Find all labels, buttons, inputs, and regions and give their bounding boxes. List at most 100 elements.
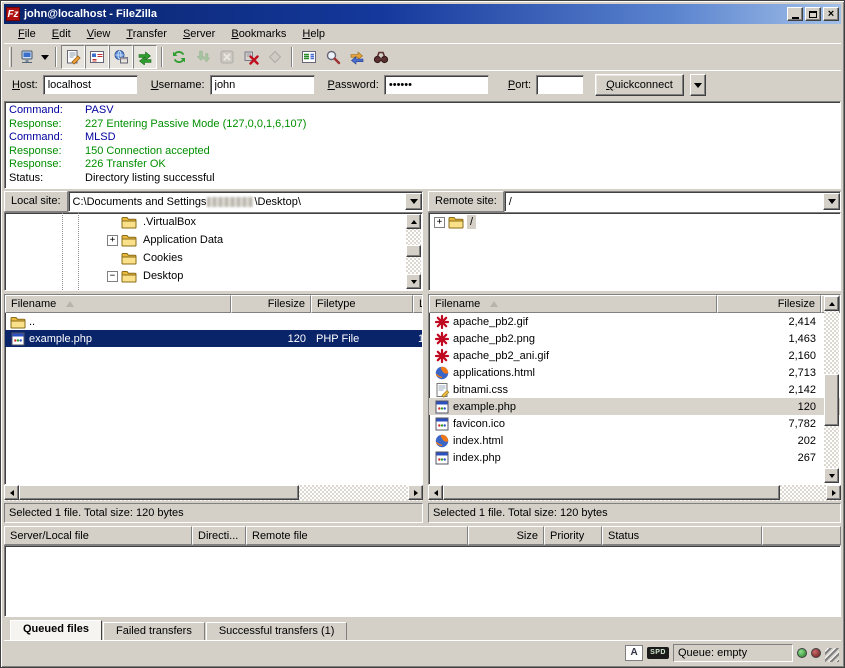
tab-queued-files[interactable]: Queued files [10,620,102,640]
column-header-filetype[interactable]: Filetype [311,295,413,313]
file-row[interactable]: example.php120PHP File1 [5,330,422,347]
scroll-up-button[interactable] [824,296,839,311]
local-tree-toggle-button[interactable] [85,45,109,69]
file-row[interactable]: .. [5,313,422,330]
speed-limits-icon[interactable]: SPD [647,647,669,659]
message-log-toggle-button[interactable] [61,45,85,69]
file-row[interactable]: favicon.ico7,782 [429,415,840,432]
scrollbar-track[interactable] [824,311,839,468]
tree-item[interactable]: Cookies [5,249,422,267]
site-manager-button[interactable] [15,45,39,69]
scrollbar-thumb[interactable] [19,485,299,500]
menu-bookmarks[interactable]: Bookmarks [223,26,294,42]
process-queue-button[interactable] [191,45,215,69]
menu-server[interactable]: Server [175,26,223,42]
scrollbar-track[interactable] [19,485,408,501]
expand-icon[interactable]: + [434,217,445,228]
vertical-scrollbar[interactable] [824,296,839,483]
menu-file[interactable]: File [10,26,44,42]
site-manager-dropdown-button[interactable] [39,46,51,68]
minimize-button[interactable] [787,7,803,21]
data-type-icon[interactable]: A [625,645,643,661]
scroll-left-button[interactable] [4,485,19,500]
file-row[interactable]: bitnami.css2,142 [429,381,840,398]
menu-transfer[interactable]: Transfer [118,26,175,42]
column-header-filesize[interactable]: Filesize [717,295,821,313]
directory-comparison-button[interactable] [297,45,321,69]
menu-view[interactable]: View [79,26,119,42]
remote-tree-toggle-button[interactable] [109,45,133,69]
scroll-down-button[interactable] [824,468,839,483]
column-header-filename[interactable]: Filename [5,295,231,313]
tree-item[interactable]: .VirtualBox [5,213,422,231]
port-input[interactable] [536,75,584,95]
cancel-button[interactable] [215,45,239,69]
scroll-up-button[interactable] [406,214,421,229]
scroll-left-button[interactable] [428,485,443,500]
scroll-right-button[interactable] [408,485,423,500]
queue-column-directi-[interactable]: Directi... [192,526,246,545]
transfer-queue-body[interactable] [4,545,841,617]
scrollbar-track[interactable] [406,229,421,274]
column-header-l[interactable]: L [413,295,423,313]
filename-filters-button[interactable] [369,45,393,69]
tab-failed-transfers[interactable]: Failed transfers [103,622,205,640]
menu-edit[interactable]: Edit [44,26,79,42]
queue-column-priority[interactable]: Priority [544,526,602,545]
remote-site-combo[interactable]: / [504,191,841,212]
scroll-right-button[interactable] [826,485,841,500]
vertical-scrollbar[interactable] [406,214,421,289]
tab-successful-transfers-1-[interactable]: Successful transfers (1) [206,622,348,640]
tree-item[interactable]: +/ [429,213,840,231]
queue-column-remote-file[interactable]: Remote file [246,526,468,545]
column-header-filename[interactable]: Filename [429,295,717,313]
title-bar: Fz john@localhost - FileZilla × [4,4,841,24]
file-name-cell: example.php [5,331,231,347]
scrollbar-track[interactable] [443,485,826,501]
refresh-button[interactable] [167,45,191,69]
file-row[interactable]: apache_pb2_ani.gif2,160 [429,347,840,364]
local-site-combo[interactable]: C:\Documents and Settings\Desktop\ [68,191,423,212]
queue-column-size[interactable]: Size [468,526,544,545]
quickconnect-button[interactable]: Quickconnect [595,74,684,96]
file-row[interactable]: example.php120 [429,398,840,415]
close-button[interactable]: × [823,7,839,21]
synchronized-browsing-button[interactable] [345,45,369,69]
tree-item[interactable]: +Application Data [5,231,422,249]
quickconnect-dropdown-button[interactable] [690,74,706,96]
tree-item[interactable]: −Desktop [5,267,422,285]
file-row[interactable]: apache_pb2.png1,463 [429,330,840,347]
file-row[interactable]: index.php267 [429,449,840,466]
file-row[interactable]: apache_pb2.gif2,414 [429,313,840,330]
queue-column-server-local-file[interactable]: Server/Local file [4,526,192,545]
disconnect-button[interactable] [239,45,263,69]
queue-column-status[interactable]: Status [602,526,762,545]
local-site-combo-arrow[interactable] [405,193,422,210]
transfer-queue-toggle-button[interactable] [133,45,157,69]
maximize-button[interactable] [805,7,821,21]
log-line-type: Status: [9,172,85,186]
file-size-cell: 1,463 [717,333,821,345]
file-name: apache_pb2_ani.gif [453,350,549,362]
queue-column-label: Size [517,530,538,542]
column-header-label: Filename [11,298,56,310]
find-files-button[interactable] [321,45,345,69]
toolbar-separator [55,47,57,67]
password-input[interactable] [384,75,489,95]
scrollbar-thumb[interactable] [406,245,421,257]
reconnect-button[interactable] [263,45,287,69]
scroll-down-button[interactable] [406,274,421,289]
file-name: bitnami.css [453,384,508,396]
resize-grip[interactable] [825,648,839,662]
host-input[interactable] [43,75,138,95]
expand-icon[interactable]: + [107,235,118,246]
username-input[interactable] [210,75,315,95]
collapse-icon[interactable]: − [107,271,118,282]
scrollbar-thumb[interactable] [824,374,839,426]
column-header-filesize[interactable]: Filesize [231,295,311,313]
remote-site-combo-arrow[interactable] [823,193,840,210]
file-row[interactable]: applications.html2,713 [429,364,840,381]
menu-help[interactable]: Help [294,26,333,42]
file-row[interactable]: index.html202 [429,432,840,449]
scrollbar-thumb[interactable] [443,485,780,500]
